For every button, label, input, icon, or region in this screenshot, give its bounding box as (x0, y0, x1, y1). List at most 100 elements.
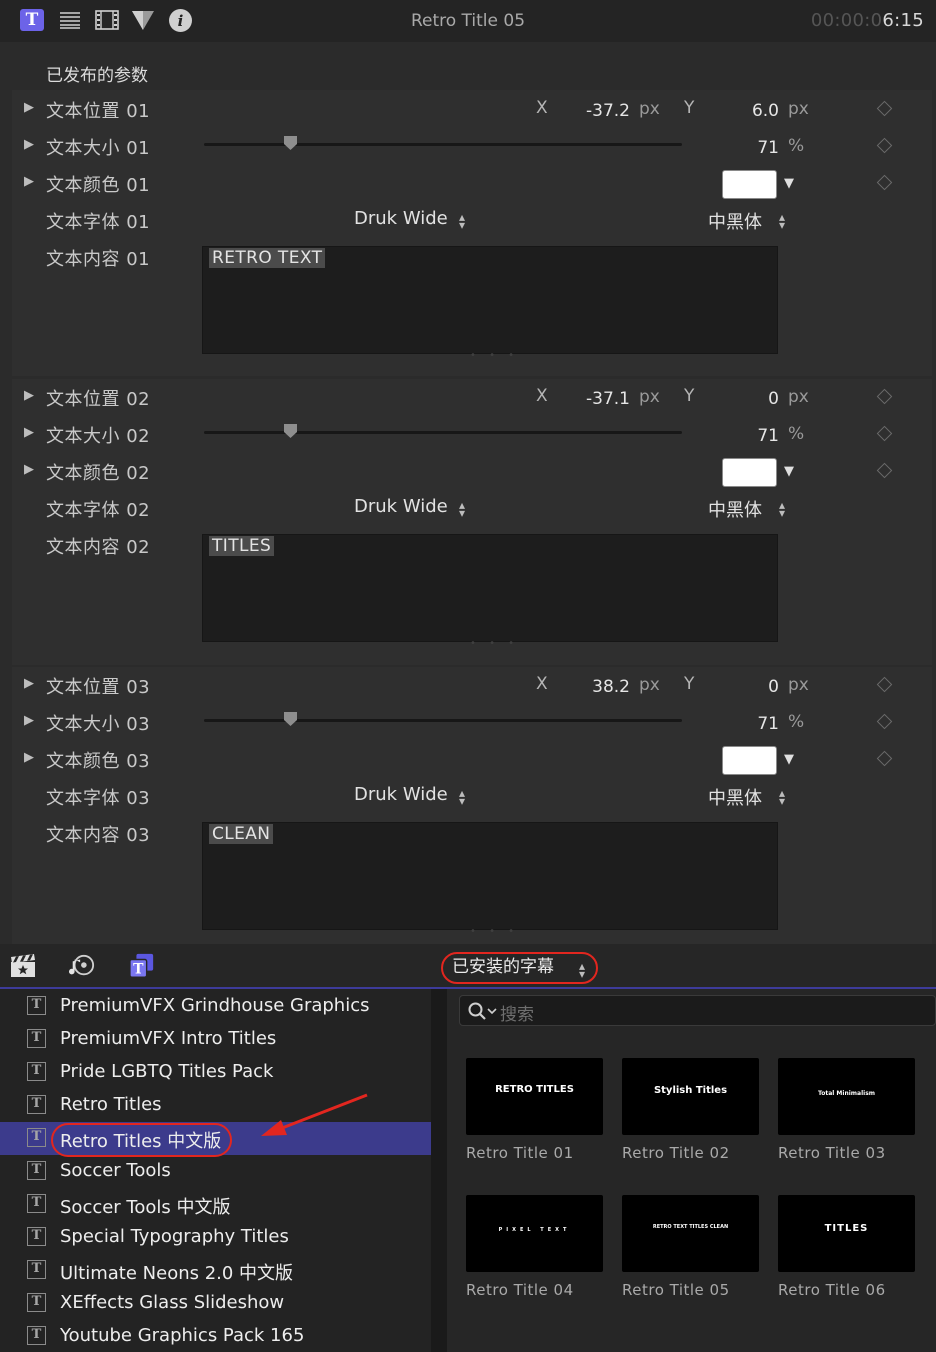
text-content-value[interactable]: CLEAN (209, 824, 274, 844)
titles-icon[interactable]: T (129, 953, 155, 979)
size-label: 文本大小 02 (46, 426, 151, 447)
clip-title: Retro Title 05 (410, 11, 526, 31)
thumbnail-caption: Retro Title 01 (466, 1144, 574, 1162)
size-value[interactable]: 71 (699, 426, 779, 446)
disclosure-triangle-icon[interactable]: ▶ (24, 100, 34, 115)
font-style-popup[interactable]: 中黑体 (708, 496, 762, 522)
size-label: 文本大小 01 (46, 138, 151, 159)
font-style-popup[interactable]: 中黑体 (708, 784, 762, 810)
title-category-icon: T (27, 1326, 46, 1345)
font-style-popup[interactable]: 中黑体 (708, 208, 762, 234)
color-swatch[interactable] (722, 458, 777, 487)
size-unit: % (788, 712, 805, 732)
sidebar-item[interactable]: T Soccer Tools 中文版 (0, 1188, 431, 1221)
y-value[interactable]: 6.0 (699, 101, 779, 121)
sidebar-separator[interactable] (431, 989, 447, 1352)
size-slider-track[interactable] (204, 143, 682, 146)
disclosure-triangle-icon[interactable]: ▶ (24, 174, 34, 189)
x-unit: px (639, 387, 660, 407)
y-value[interactable]: 0 (699, 389, 779, 409)
sidebar-item[interactable]: T PremiumVFX Intro Titles (0, 1023, 431, 1056)
y-value[interactable]: 0 (699, 677, 779, 697)
inspector-toolbar: T i Retro Title 05 00:00:06:15 (0, 0, 936, 42)
sidebar-item[interactable]: T Special Typography Titles (0, 1221, 431, 1254)
resize-handle[interactable]: • • • (470, 350, 519, 361)
title-category-icon: T (27, 1227, 46, 1246)
size-value[interactable]: 71 (699, 138, 779, 158)
title-category-icon: T (27, 996, 46, 1015)
sidebar-item-label: Soccer Tools (60, 1160, 171, 1181)
sidebar-item[interactable]: T Ultimate Neons 2.0 中文版 (0, 1254, 431, 1287)
position-label: 文本位置 01 (46, 101, 151, 122)
sidebar-item[interactable]: T PremiumVFX Grindhouse Graphics (0, 990, 431, 1023)
sidebar-item[interactable]: T Soccer Tools (0, 1155, 431, 1188)
svg-text:T: T (133, 961, 144, 977)
updown-chevron-icon: ▴ ▾ (778, 786, 786, 808)
disclosure-triangle-icon[interactable]: ▶ (24, 388, 34, 403)
disclosure-triangle-icon[interactable]: ▶ (24, 462, 34, 477)
resize-handle[interactable]: • • • (470, 926, 519, 937)
size-value[interactable]: 71 (699, 714, 779, 734)
x-value[interactable]: -37.2 (550, 101, 630, 121)
sidebar-item-label: Retro Titles (60, 1094, 162, 1115)
disclosure-triangle-icon[interactable]: ▶ (24, 750, 34, 765)
y-unit: px (788, 99, 809, 119)
clapper-icon[interactable] (10, 953, 36, 979)
size-slider-knob[interactable] (284, 136, 298, 150)
search-field[interactable]: 搜索 (459, 995, 936, 1026)
updown-chevron-icon: ▴ ▾ (458, 786, 466, 808)
sidebar-item-label: PremiumVFX Intro Titles (60, 1028, 277, 1049)
font-family-popup[interactable]: Druk Wide (354, 496, 448, 517)
thumbnail-preview-text: TITLES (824, 1223, 869, 1234)
color-swatch[interactable] (722, 746, 777, 775)
size-slider-track[interactable] (204, 719, 682, 722)
x-value[interactable]: -37.1 (550, 389, 630, 409)
timecode: 00:00:06:15 (810, 10, 924, 31)
title-thumbnail[interactable]: RETRO TITLES (466, 1058, 603, 1135)
sidebar-item[interactable]: T Pride LGBTQ Titles Pack (0, 1056, 431, 1089)
thumbnail-preview-text: RETRO TEXT TITLES CLEAN (652, 1224, 729, 1230)
installed-titles-selector[interactable]: 已安装的字幕 ▴ ▾ (441, 952, 598, 984)
sidebar-item[interactable]: T Youtube Graphics Pack 165 (0, 1320, 431, 1352)
color-swatch[interactable] (722, 170, 777, 199)
sidebar-item-label: Ultimate Neons 2.0 中文版 (60, 1263, 294, 1284)
thumbnail-caption: Retro Title 06 (778, 1281, 886, 1299)
sidebar-item-label: XEffects Glass Slideshow (60, 1292, 285, 1313)
search-input[interactable]: 搜索 (500, 1000, 534, 1025)
position-label: 文本位置 03 (46, 677, 151, 698)
music-icon[interactable] (69, 953, 95, 979)
size-label: 文本大小 03 (46, 714, 151, 735)
disclosure-triangle-icon[interactable]: ▶ (24, 713, 34, 728)
text-content-field[interactable]: TITLES (202, 534, 778, 642)
title-thumbnail[interactable]: Total Minimalism (778, 1058, 915, 1135)
text-content-value[interactable]: RETRO TEXT (209, 248, 326, 268)
updown-chevron-icon: ▴ ▾ (578, 959, 586, 981)
title-thumbnail[interactable]: Stylish Titles (622, 1058, 759, 1135)
size-unit: % (788, 424, 805, 444)
size-slider-track[interactable] (204, 431, 682, 434)
title-category-icon: T (27, 1293, 46, 1312)
sidebar-item[interactable]: T XEffects Glass Slideshow (0, 1287, 431, 1320)
size-unit: % (788, 136, 805, 156)
disclosure-triangle-icon[interactable]: ▶ (24, 425, 34, 440)
chevron-down-icon[interactable]: ▼ (784, 464, 794, 479)
text-content-value[interactable]: TITLES (209, 536, 275, 556)
title-thumbnail[interactable]: PIXEL TEXT (466, 1195, 603, 1272)
font-family-popup[interactable]: Druk Wide (354, 208, 448, 229)
size-slider-knob[interactable] (284, 712, 298, 726)
disclosure-triangle-icon[interactable]: ▶ (24, 137, 34, 152)
x-value[interactable]: 38.2 (550, 677, 630, 697)
text-content-field[interactable]: RETRO TEXT (202, 246, 778, 354)
size-slider-knob[interactable] (284, 424, 298, 438)
text-content-field[interactable]: CLEAN (202, 822, 778, 930)
title-thumbnail[interactable]: TITLES (778, 1195, 915, 1272)
chevron-down-icon[interactable]: ▼ (784, 752, 794, 767)
title-thumbnail[interactable]: RETRO TEXT TITLES CLEAN (622, 1195, 759, 1272)
chevron-down-icon[interactable]: ▼ (784, 176, 794, 191)
y-axis-label: Y (684, 98, 695, 118)
resize-handle[interactable]: • • • (470, 638, 519, 649)
font-family-popup[interactable]: Druk Wide (354, 784, 448, 805)
y-unit: px (788, 387, 809, 407)
selection-highlight-ring (51, 1123, 232, 1157)
disclosure-triangle-icon[interactable]: ▶ (24, 676, 34, 691)
